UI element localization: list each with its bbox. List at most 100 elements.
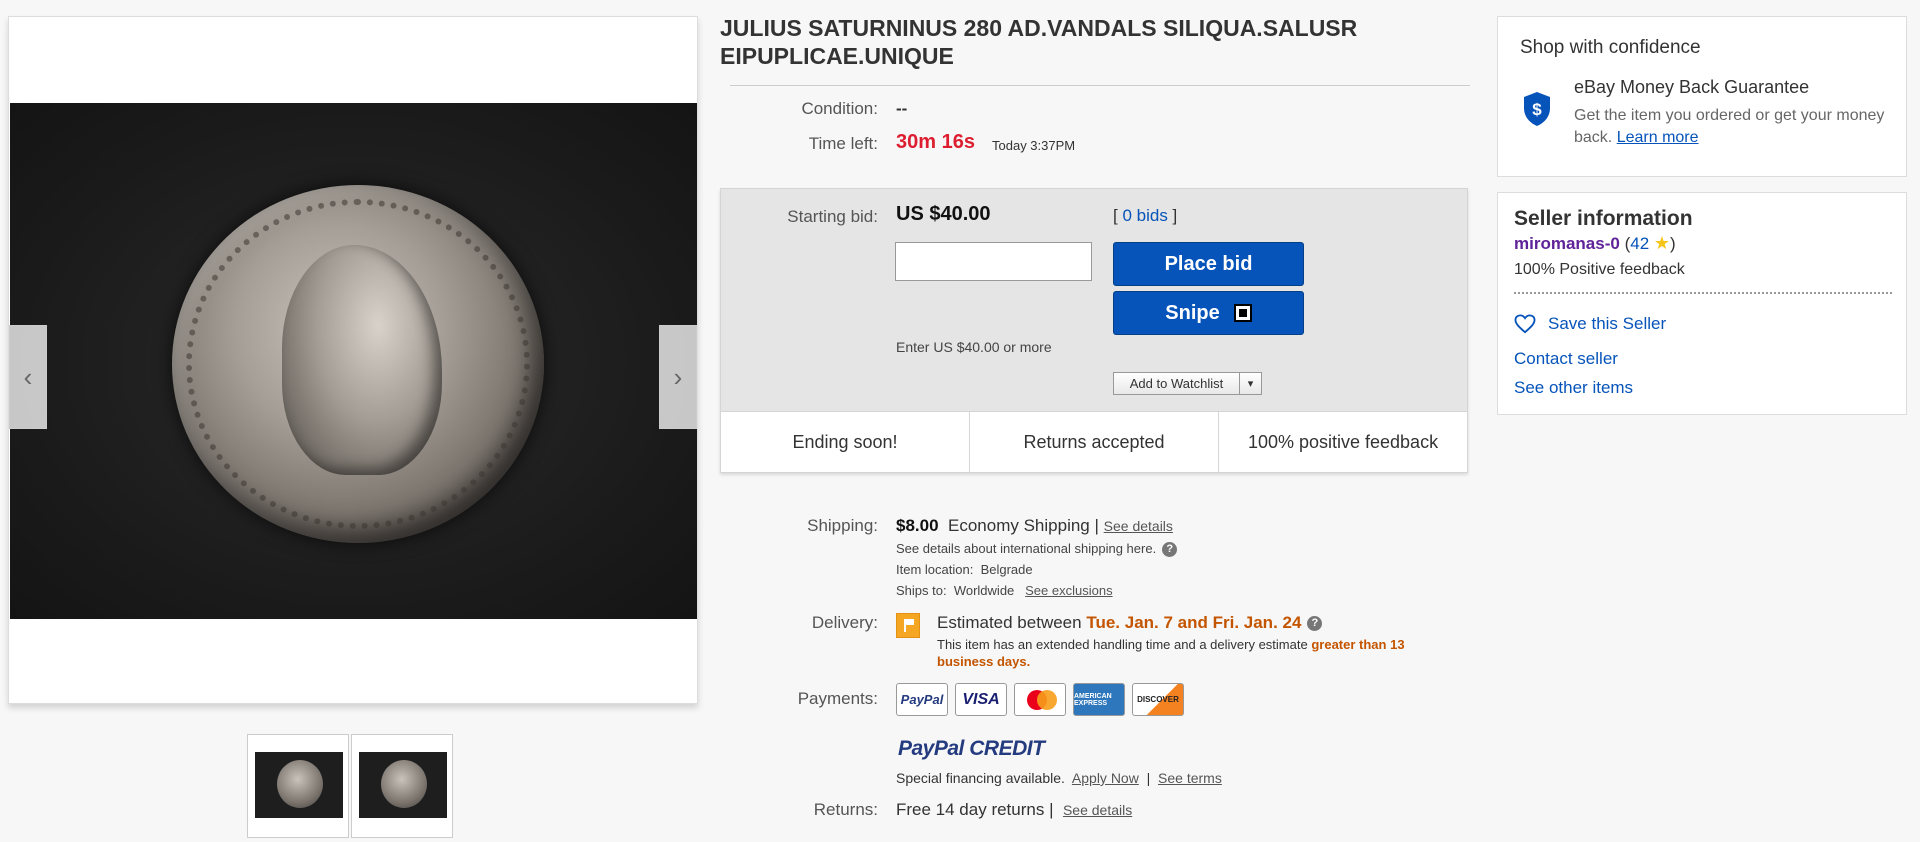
thumbnail-1[interactable] <box>247 734 349 838</box>
seller-info-panel: Seller information miromanas-0 (42 ★) 10… <box>1497 192 1907 415</box>
help-icon[interactable]: ? <box>1307 616 1323 632</box>
learn-more-link[interactable]: Learn more <box>1617 129 1699 146</box>
returns-label: Returns: <box>813 800 878 819</box>
ships-to: Ships to: Worldwide See exclusions <box>896 583 1113 598</box>
shield-dollar-icon: $ <box>1524 92 1550 126</box>
ships-to-value: Worldwide <box>953 583 1015 598</box>
delivery-prefix: Estimated between <box>937 613 1082 632</box>
see-terms-link[interactable]: See terms <box>1158 770 1222 786</box>
save-seller-button[interactable]: Save this Seller <box>1514 314 1666 334</box>
thumbnail-image <box>255 752 343 818</box>
caret-down-icon: ▾ <box>1247 378 1254 390</box>
seller-identity: miromanas-0 (42 ★) <box>1514 233 1676 254</box>
watchlist-control: Add to Watchlist ▾ <box>1113 372 1262 395</box>
star-icon: ★ <box>1653 233 1671 253</box>
delivery-estimate: Estimated between Tue. Jan. 7 and Fri. J… <box>937 613 1323 633</box>
divider <box>1514 292 1892 294</box>
payment-methods: PayPal VISA AMERICAN EXPRESS DISCOVER <box>896 683 1184 716</box>
bid-count: [ 0 bids ] <box>1113 206 1177 226</box>
help-icon[interactable]: ? <box>1162 542 1178 558</box>
confidence-title: Shop with confidence <box>1520 37 1701 58</box>
bids-bracket-close: ] <box>1167 206 1178 225</box>
feature-ending-soon: Ending soon! <box>721 412 970 472</box>
score-close: ) <box>1670 234 1676 253</box>
contact-seller-link[interactable]: Contact seller <box>1514 349 1618 369</box>
place-bid-button[interactable]: Place bid <box>1113 242 1304 286</box>
item-title: JULIUS SATURNINUS 280 AD.VANDALS SILIQUA… <box>720 15 1358 69</box>
time-left-label: Time left: <box>808 134 878 153</box>
svg-text:$: $ <box>1532 100 1542 119</box>
thumbnail-strip <box>247 734 453 838</box>
next-image-button[interactable]: › <box>659 325 697 429</box>
returns-value: Free 14 day returns | See details <box>896 800 1132 820</box>
thumbnail-image <box>359 752 447 818</box>
ships-to-label: Ships to: <box>896 583 947 598</box>
paypal-credit-b: CREDIT <box>969 737 1045 760</box>
feature-returns: Returns accepted <box>970 412 1219 472</box>
snipe-label: Snipe <box>1165 301 1220 324</box>
returns-text: Free 14 day returns | <box>896 800 1054 819</box>
discover-icon: DISCOVER <box>1132 683 1184 716</box>
starting-bid-value: US $40.00 <box>896 203 991 225</box>
item-location: Item location: Belgrade <box>896 562 1033 577</box>
flag-icon <box>896 613 920 638</box>
main-product-image[interactable] <box>10 103 697 619</box>
chevron-left-icon: ‹ <box>23 361 33 392</box>
image-gallery: ‹ › <box>8 16 698 704</box>
see-exclusions-link[interactable]: See exclusions <box>1025 583 1112 598</box>
see-other-items-link[interactable]: See other items <box>1514 378 1633 398</box>
intl-shipping-note: See details about international shipping… <box>896 541 1178 558</box>
bid-history-link[interactable]: 0 bids <box>1122 206 1167 225</box>
delivery-note: This item has an extended handling time … <box>937 636 1457 670</box>
financing-text: Special financing available. <box>896 770 1065 786</box>
seller-info-title: Seller information <box>1514 207 1693 230</box>
amex-icon: AMERICAN EXPRESS <box>1073 683 1125 716</box>
shop-with-confidence-panel: Shop with confidence $ eBay Money Back G… <box>1497 16 1907 177</box>
prev-image-button[interactable]: ‹ <box>9 325 47 429</box>
item-location-label: Item location: <box>896 562 974 577</box>
snipe-button[interactable]: Snipe <box>1113 291 1304 335</box>
visa-icon: VISA <box>955 683 1007 716</box>
seller-feedback: 100% Positive feedback <box>1514 261 1685 278</box>
bid-hint: Enter US $40.00 or more <box>896 339 1052 355</box>
feedback-score-link[interactable]: 42 <box>1630 234 1649 253</box>
delivery-dates: Tue. Jan. 7 and Fri. Jan. 24 <box>1086 613 1302 632</box>
feature-bar: Ending soon! Returns accepted 100% posit… <box>721 411 1467 472</box>
payments-label: Payments: <box>797 689 878 708</box>
snipe-icon <box>1233 304 1252 322</box>
chevron-right-icon: › <box>673 361 683 392</box>
mastercard-icon <box>1014 683 1066 716</box>
separator: | <box>1146 770 1151 786</box>
thumbnail-2[interactable] <box>351 734 453 838</box>
thumbnail-coin <box>277 760 323 808</box>
divider <box>730 85 1470 86</box>
starting-bid-label: Starting bid: <box>787 207 878 226</box>
listing-page: ‹ › JULIUS SATURNINUS 280 AD.VANDALS SIL… <box>0 0 1920 842</box>
feature-positive-feedback: 100% positive feedback <box>1247 431 1439 452</box>
watchlist-dropdown-button[interactable]: ▾ <box>1240 372 1262 395</box>
thumbnail-coin <box>381 760 427 808</box>
intl-shipping-text: See details about international shipping… <box>896 541 1157 556</box>
returns-details-link[interactable]: See details <box>1063 802 1132 818</box>
condition-value: -- <box>896 99 908 118</box>
seller-name-link[interactable]: miromanas-0 <box>1514 234 1620 253</box>
shipping-details-link[interactable]: See details <box>1104 518 1173 534</box>
time-left-value: 30m 16s <box>896 131 975 153</box>
apply-now-link[interactable]: Apply Now <box>1072 770 1139 786</box>
guarantee-body: Get the item you ordered or get your mon… <box>1574 105 1894 149</box>
heart-icon <box>1514 314 1536 334</box>
guarantee-title: eBay Money Back Guarantee <box>1574 77 1810 97</box>
delivery-label: Delivery: <box>811 613 878 632</box>
paypal-icon: PayPal <box>896 683 948 716</box>
add-to-watchlist-button[interactable]: Add to Watchlist <box>1113 372 1240 395</box>
paypal-credit-logo: PayPal CREDIT <box>898 737 1045 761</box>
shipping-price: $8.00 <box>896 516 939 535</box>
shipping-summary: $8.00 Economy Shipping | See details <box>896 516 1173 536</box>
coin-image <box>172 185 544 543</box>
shipping-method: Economy Shipping | <box>948 516 1099 535</box>
paypal-credit-a: PayPal <box>898 737 964 760</box>
financing-line: Special financing available. Apply Now |… <box>896 770 1222 786</box>
bid-amount-input[interactable] <box>895 242 1092 281</box>
shipping-label: Shipping: <box>807 516 878 535</box>
condition-label: Condition: <box>801 99 878 118</box>
